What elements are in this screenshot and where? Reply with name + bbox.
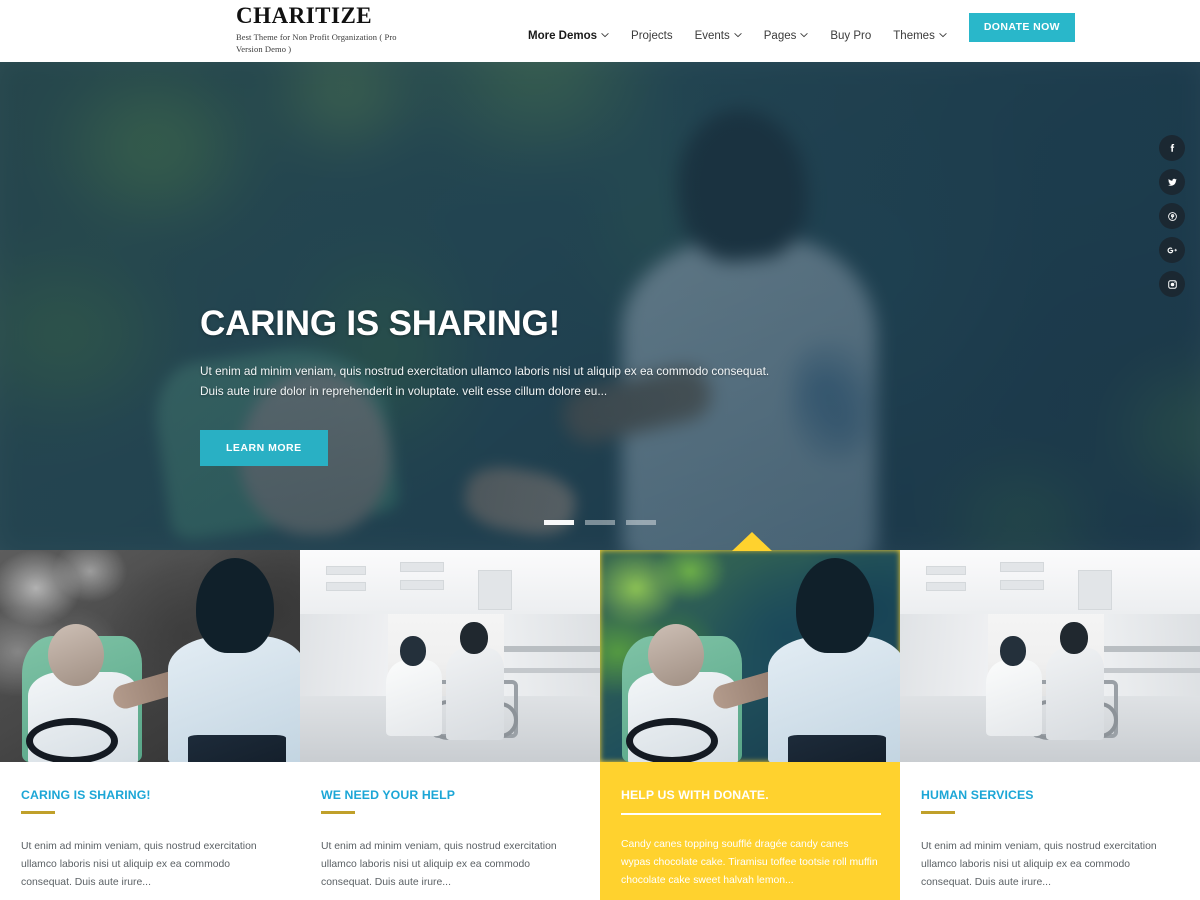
slider-dot-2[interactable] [585, 520, 615, 525]
pinterest-icon[interactable] [1159, 203, 1185, 229]
slider-dot-3[interactable] [626, 520, 656, 525]
chevron-down-icon [939, 31, 947, 39]
card-body: HELP US WITH DONATE. Candy canes topping… [600, 762, 900, 900]
nav-item-events[interactable]: Events [684, 30, 753, 42]
chevron-down-icon [800, 31, 808, 39]
nav-item-more-demos[interactable]: More Demos [517, 30, 620, 42]
hero-content: CARING IS SHARING! Ut enim ad minim veni… [200, 304, 790, 467]
twitter-icon[interactable] [1159, 169, 1185, 195]
feature-cards-section: CARING IS SHARING! Ut enim ad minim veni… [0, 532, 1200, 900]
hero-description: Ut enim ad minim veniam, quis nostrud ex… [200, 363, 770, 399]
featured-card-pointer [732, 532, 772, 551]
hero-slider: CARING IS SHARING! Ut enim ad minim veni… [0, 62, 1200, 550]
facebook-icon[interactable] [1159, 135, 1185, 161]
donate-now-button[interactable]: DONATE NOW [968, 13, 1075, 42]
site-header: CHARITIZE Best Theme for Non Profit Orga… [0, 0, 1200, 62]
card-divider [621, 813, 881, 815]
card-title: WE NEED YOUR HELP [321, 788, 456, 802]
feature-card-3[interactable]: HELP US WITH DONATE. Candy canes topping… [600, 532, 900, 900]
learn-more-button[interactable]: LEARN MORE [200, 429, 328, 467]
feature-card-1[interactable]: CARING IS SHARING! Ut enim ad minim veni… [0, 550, 300, 900]
nav-label: Buy Pro [830, 30, 872, 43]
nav-label: Projects [631, 30, 673, 43]
googleplus-icon[interactable] [1159, 237, 1185, 263]
card-divider [921, 811, 955, 814]
card-divider [321, 811, 355, 814]
card-text: Candy canes topping soufflé dragée candy… [621, 838, 878, 886]
feature-card-4[interactable]: HUMAN SERVICES Ut enim ad minim veniam, … [900, 550, 1200, 900]
card-image [300, 550, 600, 762]
card-body: CARING IS SHARING! Ut enim ad minim veni… [0, 762, 300, 900]
card-title: HUMAN SERVICES [921, 788, 1034, 802]
hero-title: CARING IS SHARING! [200, 304, 561, 343]
nav-label: Events [694, 30, 730, 43]
card-image [900, 550, 1200, 762]
nav-label: More Demos [528, 30, 598, 43]
card-title: HELP US WITH DONATE. [621, 788, 769, 802]
card-text: Ut enim ad minim veniam, quis nostrud ex… [21, 840, 257, 888]
card-body: WE NEED YOUR HELP Ut enim ad minim venia… [300, 762, 600, 900]
brand-tagline: Best Theme for Non Profit Organization (… [236, 32, 397, 55]
card-body: HUMAN SERVICES Ut enim ad minim veniam, … [900, 762, 1200, 900]
nav-item-themes[interactable]: Themes [882, 30, 958, 42]
card-image [600, 550, 900, 762]
nav-label: Themes [893, 30, 935, 43]
slider-dot-1[interactable] [544, 520, 574, 525]
chevron-down-icon [601, 31, 609, 39]
feature-card-2[interactable]: WE NEED YOUR HELP Ut enim ad minim venia… [300, 550, 600, 900]
card-image [0, 550, 300, 762]
card-text: Ut enim ad minim veniam, quis nostrud ex… [921, 840, 1157, 888]
slider-pagination [0, 520, 1200, 525]
nav-item-pages[interactable]: Pages [753, 30, 820, 42]
social-share-rail [1159, 135, 1185, 297]
primary-navigation: More Demos Projects Events Pages Buy Pro… [517, 13, 1075, 51]
nav-item-buy-pro[interactable]: Buy Pro [819, 30, 882, 42]
site-branding[interactable]: CHARITIZE Best Theme for Non Profit Orga… [236, 3, 536, 56]
card-divider [21, 811, 55, 814]
instagram-icon[interactable] [1159, 271, 1185, 297]
brand-title: CHARITIZE [236, 3, 373, 28]
nav-label: Pages [763, 30, 797, 43]
nav-item-projects[interactable]: Projects [620, 30, 684, 42]
card-title: CARING IS SHARING! [21, 788, 151, 802]
chevron-down-icon [734, 31, 742, 39]
card-text: Ut enim ad minim veniam, quis nostrud ex… [321, 840, 557, 888]
